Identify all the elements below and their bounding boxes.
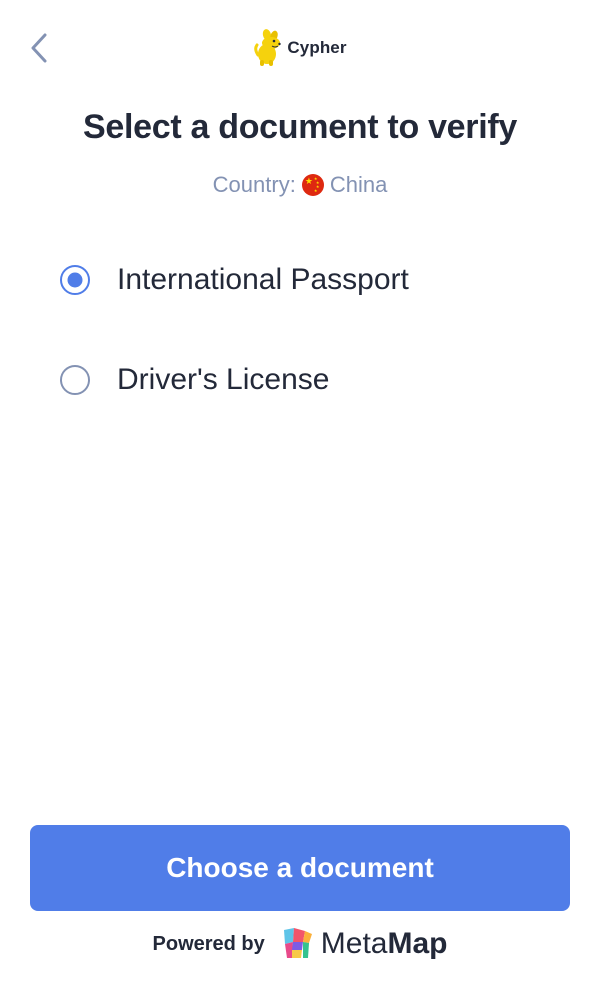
option-label: International Passport — [117, 263, 409, 296]
metamap-wordmark: MetaMap — [321, 927, 448, 961]
radio-button-unselected[interactable] — [60, 365, 90, 395]
cypher-dog-logo-icon — [253, 28, 285, 68]
option-label: Driver's License — [117, 363, 330, 396]
option-international-passport[interactable]: International Passport — [60, 248, 540, 312]
choose-document-button[interactable]: Choose a document — [30, 825, 570, 911]
page-title: Select a document to verify — [82, 108, 518, 146]
brand-name: Cypher — [287, 38, 347, 57]
metamap-logo-icon — [281, 924, 315, 964]
metamap-wordmark-light: Meta — [320, 927, 388, 960]
powered-by-label: Powered by — [152, 932, 265, 955]
powered-by-footer: Powered by MetaMap — [0, 924, 600, 964]
country-label: Country: — [212, 172, 296, 197]
country-row: Country: ★ ★ ★ ★ ★ China — [0, 172, 600, 198]
option-drivers-license[interactable]: Driver's License — [60, 348, 540, 412]
radio-button-selected[interactable] — [60, 265, 90, 295]
brand-header: Cypher — [0, 28, 600, 68]
china-flag-icon: ★ ★ ★ ★ ★ — [301, 174, 324, 196]
metamap-wordmark-bold: Map — [387, 927, 448, 960]
country-value: China — [329, 172, 388, 197]
